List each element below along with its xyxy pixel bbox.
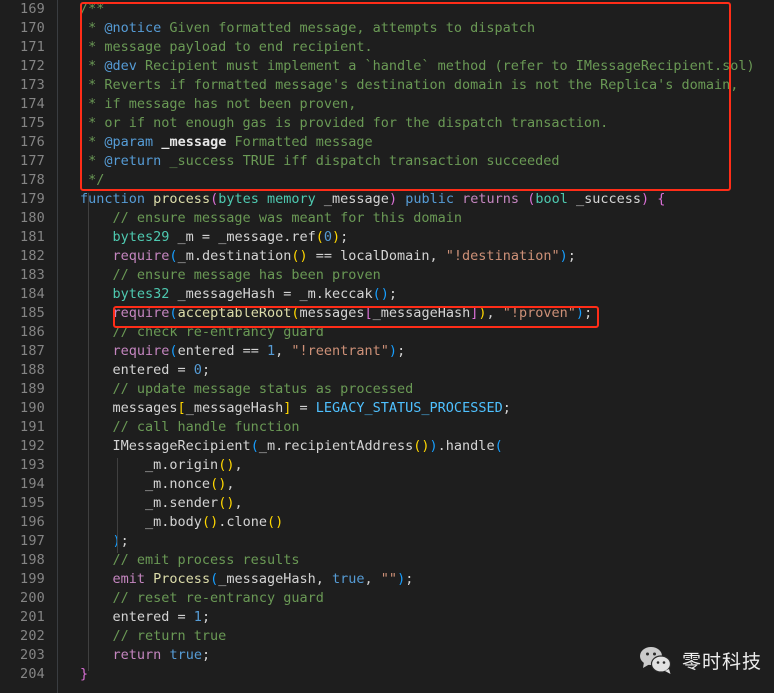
line-number: 173 bbox=[20, 77, 45, 93]
wechat-icon bbox=[639, 645, 673, 675]
code-content[interactable]: /** * @notice Given formatted message, a… bbox=[59, 0, 774, 693]
code-line-179[interactable]: function process(bytes memory _message) … bbox=[59, 190, 774, 209]
code-line-175[interactable]: * or if not enough gas is provided for t… bbox=[59, 114, 774, 133]
line-number: 169 bbox=[20, 1, 45, 17]
line-number: 191 bbox=[20, 419, 45, 435]
code-line-200[interactable]: // reset re-entrancy guard bbox=[59, 589, 774, 608]
code-line-178[interactable]: */ bbox=[59, 171, 774, 190]
code-editor: 169 170 171 172 173 174 175 176 177 178 … bbox=[0, 0, 774, 693]
code-line-194[interactable]: _m.nonce(), bbox=[59, 475, 774, 494]
code-line-182[interactable]: require(_m.destination() == localDomain,… bbox=[59, 247, 774, 266]
code-line-180[interactable]: // ensure message was meant for this dom… bbox=[59, 209, 774, 228]
code-line-174[interactable]: * if message has not been proven, bbox=[59, 95, 774, 114]
code-line-176[interactable]: * @param _message Formatted message bbox=[59, 133, 774, 152]
line-number: 184 bbox=[20, 286, 45, 302]
code-line-190[interactable]: messages[_messageHash] = LEGACY_STATUS_P… bbox=[59, 399, 774, 418]
line-number: 193 bbox=[20, 457, 45, 473]
line-number: 185 bbox=[20, 305, 45, 321]
line-number: 196 bbox=[20, 514, 45, 530]
line-number: 189 bbox=[20, 381, 45, 397]
code-line-187[interactable]: require(entered == 1, "!reentrant"); bbox=[59, 342, 774, 361]
code-line-183[interactable]: // ensure message has been proven bbox=[59, 266, 774, 285]
line-number: 194 bbox=[20, 476, 45, 492]
line-number: 188 bbox=[20, 362, 45, 378]
code-line-189[interactable]: // update message status as processed bbox=[59, 380, 774, 399]
watermark: 零时科技 bbox=[639, 645, 762, 675]
code-line-188[interactable]: entered = 0; bbox=[59, 361, 774, 380]
code-line-198[interactable]: // emit process results bbox=[59, 551, 774, 570]
line-number: 180 bbox=[20, 210, 45, 226]
line-number: 181 bbox=[20, 229, 45, 245]
code-line-173[interactable]: * Reverts if formatted message's destina… bbox=[59, 76, 774, 95]
line-number: 172 bbox=[20, 58, 45, 74]
line-number: 204 bbox=[20, 666, 45, 682]
line-number: 203 bbox=[20, 647, 45, 663]
code-line-186[interactable]: // check re-entrancy guard bbox=[59, 323, 774, 342]
line-number: 183 bbox=[20, 267, 45, 283]
line-number: 190 bbox=[20, 400, 45, 416]
line-number: 178 bbox=[20, 172, 45, 188]
line-number: 202 bbox=[20, 628, 45, 644]
line-number: 201 bbox=[20, 609, 45, 625]
code-line-181[interactable]: bytes29 _m = _message.ref(0); bbox=[59, 228, 774, 247]
code-line-197[interactable]: ); bbox=[59, 532, 774, 551]
line-number: 197 bbox=[20, 533, 45, 549]
line-number: 175 bbox=[20, 115, 45, 131]
line-number: 176 bbox=[20, 134, 45, 150]
line-number: 171 bbox=[20, 39, 45, 55]
line-number: 182 bbox=[20, 248, 45, 264]
line-number: 187 bbox=[20, 343, 45, 359]
line-number: 170 bbox=[20, 20, 45, 36]
line-number: 174 bbox=[20, 96, 45, 112]
code-line-191[interactable]: // call handle function bbox=[59, 418, 774, 437]
code-line-170[interactable]: * @notice Given formatted message, attem… bbox=[59, 19, 774, 38]
line-number: 177 bbox=[20, 153, 45, 169]
code-line-171[interactable]: * message payload to end recipient. bbox=[59, 38, 774, 57]
code-line-196[interactable]: _m.body().clone() bbox=[59, 513, 774, 532]
code-line-193[interactable]: _m.origin(), bbox=[59, 456, 774, 475]
code-line-177[interactable]: * @return _success TRUE iff dispatch tra… bbox=[59, 152, 774, 171]
code-line-199[interactable]: emit Process(_messageHash, true, ""); bbox=[59, 570, 774, 589]
watermark-text: 零时科技 bbox=[681, 650, 762, 673]
code-line-195[interactable]: _m.sender(), bbox=[59, 494, 774, 513]
indent-guide-nested bbox=[117, 458, 118, 553]
line-number: 186 bbox=[20, 324, 45, 340]
line-number: 195 bbox=[20, 495, 45, 511]
line-number: 200 bbox=[20, 590, 45, 606]
line-number-gutter: 169 170 171 172 173 174 175 176 177 178 … bbox=[0, 0, 58, 693]
indent-guide bbox=[88, 193, 89, 671]
code-line-169[interactable]: /** bbox=[59, 0, 774, 19]
code-line-184[interactable]: bytes32 _messageHash = _m.keccak(); bbox=[59, 285, 774, 304]
code-line-201[interactable]: entered = 1; bbox=[59, 608, 774, 627]
code-line-185[interactable]: require(acceptableRoot(messages[_message… bbox=[59, 304, 774, 323]
line-number: 199 bbox=[20, 571, 45, 587]
code-line-202[interactable]: // return true bbox=[59, 627, 774, 646]
line-number: 192 bbox=[20, 438, 45, 454]
code-line-172[interactable]: * @dev Recipient must implement a `handl… bbox=[59, 57, 774, 76]
line-number: 179 bbox=[20, 191, 45, 207]
code-line-192[interactable]: IMessageRecipient(_m.recipientAddress())… bbox=[59, 437, 774, 456]
line-number: 198 bbox=[20, 552, 45, 568]
